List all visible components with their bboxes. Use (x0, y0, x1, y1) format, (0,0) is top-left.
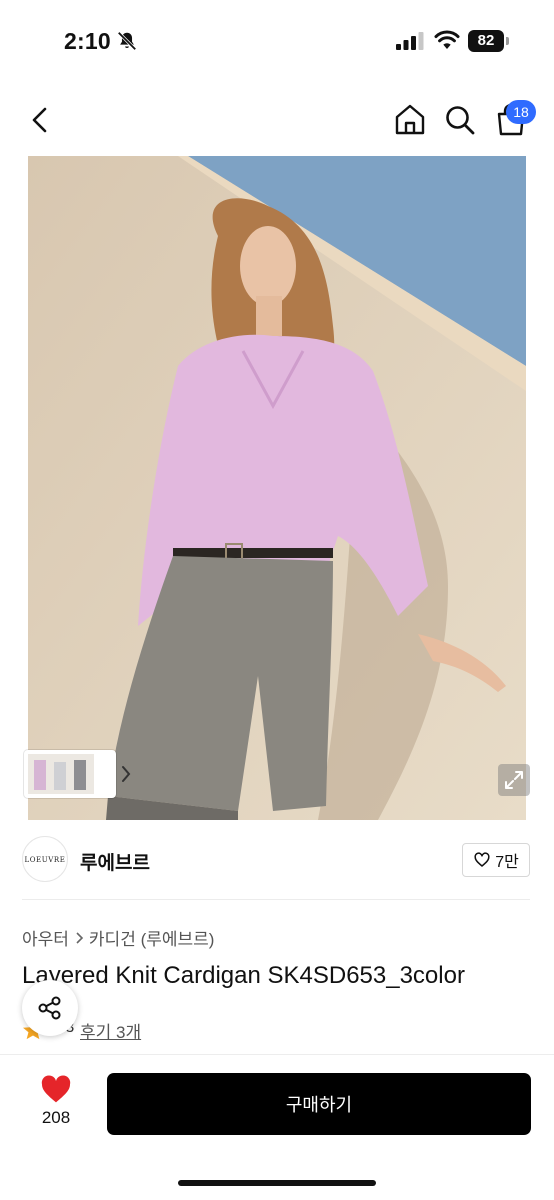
share-icon (38, 996, 61, 1020)
bell-slash-icon (117, 31, 137, 51)
thumbnail-strip[interactable] (24, 750, 131, 798)
battery-level: 82 (468, 30, 504, 52)
product-photo (28, 156, 526, 820)
breadcrumb: 아우터 카디건 (루에브르) (22, 925, 214, 950)
home-icon[interactable] (392, 102, 428, 136)
wish-count: 208 (41, 1108, 71, 1127)
breadcrumb-subcategory[interactable]: 카디건 (루에브르) (89, 925, 215, 950)
status-bar: 2:10 82 (0, 0, 554, 80)
brand-like-count: 7만 (495, 854, 519, 871)
heart-filled-icon[interactable] (40, 1074, 72, 1104)
wifi-icon (434, 30, 460, 49)
signal-icon (396, 32, 424, 50)
back-icon[interactable] (26, 104, 56, 136)
battery-icon: 82 (468, 30, 510, 52)
heart-outline-icon (474, 852, 490, 867)
cart-badge: 18 (506, 100, 536, 124)
breadcrumb-category[interactable]: 아우터 (22, 925, 69, 950)
share-button[interactable] (22, 980, 78, 1036)
product-title: Layered Knit Cardigan SK4SD653_3color (22, 962, 465, 989)
home-indicator (178, 1180, 376, 1186)
chevron-right-icon (76, 931, 84, 944)
expand-icon[interactable] (498, 764, 530, 796)
product-image[interactable] (28, 156, 526, 820)
chevron-right-icon[interactable] (120, 764, 132, 784)
review-link[interactable]: 후기 3개 (80, 1018, 141, 1043)
status-time: 2:10 (64, 28, 111, 54)
brand-like-button[interactable]: 7만 (462, 843, 530, 877)
brand-logo[interactable]: LOEUVRE (22, 836, 68, 882)
brand-name[interactable]: 루에브르 (80, 848, 150, 875)
divider (22, 899, 530, 900)
buy-button[interactable]: 구매하기 (107, 1073, 531, 1135)
thumbnail-image[interactable] (28, 754, 94, 794)
search-icon[interactable] (444, 104, 476, 136)
